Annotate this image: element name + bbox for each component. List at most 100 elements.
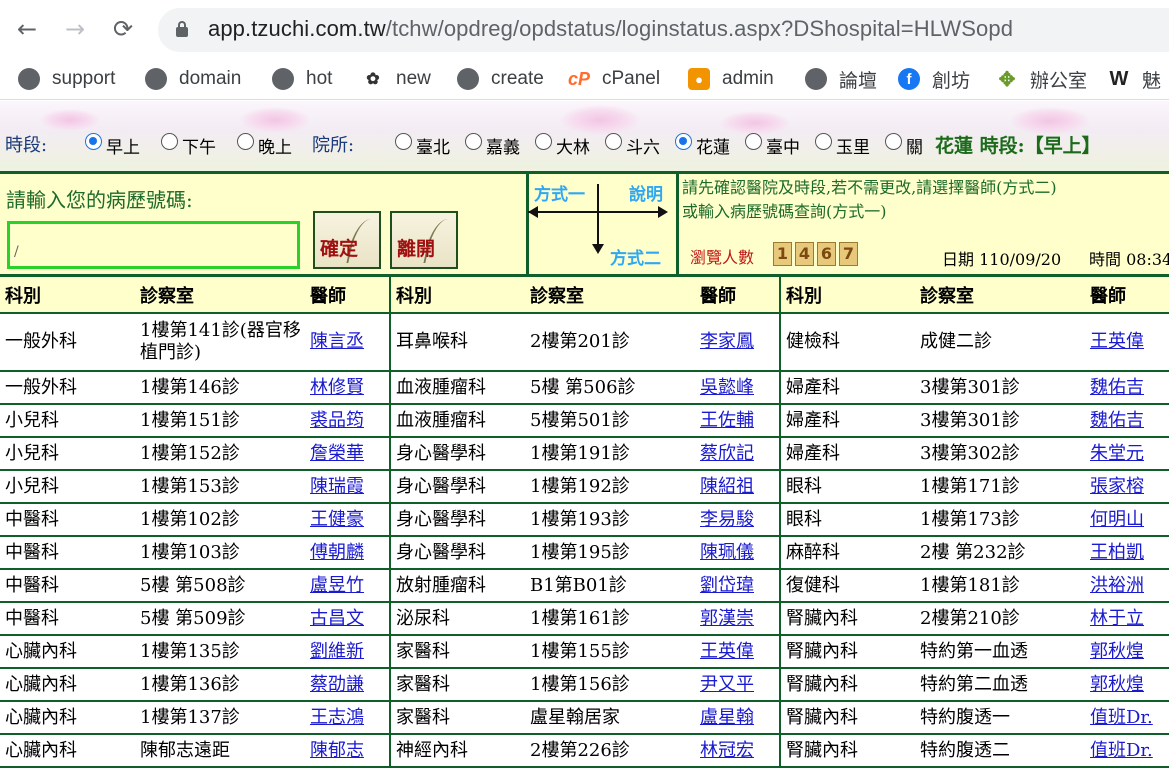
bookmark-label: hot [306,68,333,89]
doctor-link[interactable]: 傅朝麟 [310,542,364,563]
radio-douliu[interactable] [605,133,622,150]
campus-option[interactable]: 臺中 [766,133,800,158]
doctor-cell: 李家鳳 [695,313,780,372]
radio-hualien[interactable] [675,133,692,150]
doctor-link[interactable]: 郭秋煌 [1090,674,1144,695]
doctor-link[interactable]: 陳郁志 [310,740,364,761]
doctor-link[interactable]: 劉維新 [310,641,364,662]
doctor-link[interactable]: 郭秋煌 [1090,641,1144,662]
bookmark-create[interactable]: create [457,64,544,94]
doctor-link[interactable]: 朱堂元 [1090,443,1144,464]
column-header: 科別 [389,277,525,314]
radio-guanshan[interactable] [885,133,902,150]
bookmark-w[interactable]: W魅 [1108,64,1161,94]
bookmark-admin[interactable]: ● admin [688,64,774,94]
radio-chiayi[interactable] [465,133,482,150]
bookmark-new[interactable]: ✿ new [362,64,431,94]
campus-option[interactable]: 玉里 [836,133,870,158]
doctor-link[interactable]: 陳紹祖 [700,476,754,497]
forward-icon[interactable]: → [60,12,90,46]
radio-morning[interactable] [85,133,102,150]
campus-option[interactable]: 嘉義 [486,133,520,158]
doctor-link[interactable]: 魏佑吉 [1090,410,1144,431]
doctor-cell: 陳瑞霞 [305,470,390,504]
url-text: app.tzuchi.com.tw/tchw/opdreg/opdstatus/… [208,16,1013,42]
clinic-room-cell: 1樓第181診 [915,569,1085,603]
bookmark-office[interactable]: ✥ 辦公室 [996,64,1087,94]
doctor-link[interactable]: 劉岱瑋 [700,575,754,596]
doctor-cell: 朱堂元 [1085,437,1169,471]
clinic-room-cell: 2樓第210診 [915,602,1085,636]
period-option[interactable]: 早上 [106,133,140,158]
bookmark-forum[interactable]: 論壇 [805,64,877,94]
clinic-room-cell: 1樓第192診 [525,470,695,504]
radio-taichung[interactable] [745,133,762,150]
doctor-cell: 郭秋煌 [1085,668,1169,702]
doctor-link[interactable]: 王佐輔 [700,410,754,431]
doctor-link[interactable]: 何明山 [1090,509,1144,530]
doctor-link[interactable]: 王英偉 [1090,331,1144,352]
clinic-room-cell: 1樓第153診 [135,470,305,504]
doctor-link[interactable]: 盧昱竹 [310,575,364,596]
doctor-link[interactable]: 值班Dr. [1090,707,1153,728]
doctor-link[interactable]: 王英偉 [700,641,754,662]
doctor-link[interactable]: 郭漢崇 [700,608,754,629]
arrow-right-icon [658,206,668,218]
leave-button[interactable]: 離開 [390,211,458,269]
doctor-link[interactable]: 王柏凱 [1090,542,1144,563]
bookmark-cpanel[interactable]: cP cPanel [568,64,660,94]
department-cell: 心臟內科 [0,734,135,768]
doctor-link[interactable]: 盧星翰 [700,707,754,728]
address-bar[interactable]: app.tzuchi.com.tw/tchw/opdreg/opdstatus/… [158,8,1169,52]
doctor-link[interactable]: 李易駿 [700,509,754,530]
doctor-link[interactable]: 洪裕洲 [1090,575,1144,596]
radio-dalin[interactable] [535,133,552,150]
radio-evening[interactable] [237,133,254,150]
doctor-link[interactable]: 張家榕 [1090,476,1144,497]
bookmark-facebook[interactable]: f 創坊 [898,64,970,94]
doctor-link[interactable]: 吳懿峰 [700,377,754,398]
doctor-link[interactable]: 王志鴻 [310,707,364,728]
instructions-line: 請先確認醫院及時段,若不需更改,請選擇醫師(方式二) [682,178,1057,197]
doctor-link[interactable]: 林冠宏 [700,740,754,761]
doctor-cell: 王英偉 [1085,313,1169,372]
confirm-button[interactable]: 確定 [313,211,381,269]
doctor-link[interactable]: 林修賢 [310,377,364,398]
radio-afternoon[interactable] [161,133,178,150]
doctor-link[interactable]: 蔡劭謙 [310,674,364,695]
facebook-icon: f [898,68,920,90]
doctor-link[interactable]: 尹又平 [700,674,754,695]
doctor-link[interactable]: 李家鳳 [700,331,754,352]
doctor-link[interactable]: 陳珮儀 [700,542,754,563]
radio-yuli[interactable] [815,133,832,150]
doctor-link[interactable]: 古昌文 [310,608,364,629]
clinic-room-cell: 1樓第103診 [135,536,305,570]
campus-option[interactable]: 花蓮 [696,133,730,158]
doctor-link[interactable]: 值班Dr. [1090,740,1153,761]
chart-number-input[interactable]: / [7,221,300,269]
doctor-link[interactable]: 魏佑吉 [1090,377,1144,398]
back-icon[interactable]: ← [12,12,42,46]
doctor-link[interactable]: 王健豪 [310,509,364,530]
doctor-link[interactable]: 蔡欣記 [700,443,754,464]
period-option[interactable]: 下午 [182,133,216,158]
department-cell: 中醫科 [0,602,135,636]
reload-icon[interactable]: ⟳ [108,12,138,46]
bookmark-hot[interactable]: hot [272,64,332,94]
doctor-link[interactable]: 詹榮華 [310,443,364,464]
campus-option[interactable]: 關 [906,133,923,158]
table-row: 小兒科 1樓第153診 陳瑞霞 身心醫學科 1樓第192診 陳紹祖 眼科 1樓第171診 張家榕 [0,470,1169,504]
doctor-link[interactable]: 陳言丞 [310,331,364,352]
clinic-room-cell: 5樓 第506診 [525,371,695,405]
campus-option[interactable]: 大林 [556,133,590,158]
bookmark-domain[interactable]: domain [145,64,241,94]
radio-taipei[interactable] [395,133,412,150]
period-option[interactable]: 晚上 [258,133,292,158]
doctor-link[interactable]: 裘品筠 [310,410,364,431]
doctor-link[interactable]: 陳瑞霞 [310,476,364,497]
bookmark-support[interactable]: support [18,64,115,94]
department-cell: 小兒科 [0,470,135,504]
campus-option[interactable]: 臺北 [416,133,450,158]
doctor-link[interactable]: 林于立 [1090,608,1144,629]
campus-option[interactable]: 斗六 [626,133,660,158]
